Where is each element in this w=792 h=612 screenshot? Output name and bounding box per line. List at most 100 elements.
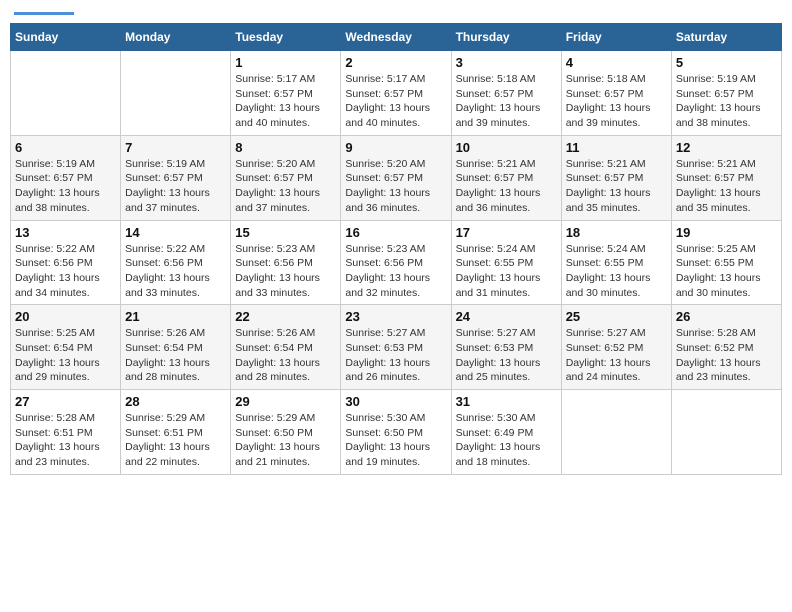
day-number: 6: [15, 140, 116, 155]
day-info: Sunrise: 5:23 AMSunset: 6:56 PMDaylight:…: [235, 242, 336, 301]
day-number: 17: [456, 225, 557, 240]
day-info: Sunrise: 5:30 AMSunset: 6:50 PMDaylight:…: [345, 411, 446, 470]
logo: [14, 10, 74, 15]
day-info: Sunrise: 5:18 AMSunset: 6:57 PMDaylight:…: [566, 72, 667, 131]
calendar-cell: 3 Sunrise: 5:18 AMSunset: 6:57 PMDaylight…: [451, 51, 561, 136]
calendar-week-row: 27 Sunrise: 5:28 AMSunset: 6:51 PMDayligh…: [11, 390, 782, 475]
day-info: Sunrise: 5:19 AMSunset: 6:57 PMDaylight:…: [15, 157, 116, 216]
day-number: 5: [676, 55, 777, 70]
weekday-header-thursday: Thursday: [451, 24, 561, 51]
day-info: Sunrise: 5:29 AMSunset: 6:51 PMDaylight:…: [125, 411, 226, 470]
day-number: 3: [456, 55, 557, 70]
day-info: Sunrise: 5:20 AMSunset: 6:57 PMDaylight:…: [345, 157, 446, 216]
day-number: 2: [345, 55, 446, 70]
calendar-cell: 8 Sunrise: 5:20 AMSunset: 6:57 PMDaylight…: [231, 135, 341, 220]
day-number: 14: [125, 225, 226, 240]
day-info: Sunrise: 5:21 AMSunset: 6:57 PMDaylight:…: [676, 157, 777, 216]
day-number: 7: [125, 140, 226, 155]
calendar-cell: 10 Sunrise: 5:21 AMSunset: 6:57 PMDayligh…: [451, 135, 561, 220]
calendar-cell: 28 Sunrise: 5:29 AMSunset: 6:51 PMDayligh…: [121, 390, 231, 475]
day-info: Sunrise: 5:19 AMSunset: 6:57 PMDaylight:…: [676, 72, 777, 131]
day-number: 21: [125, 309, 226, 324]
day-number: 4: [566, 55, 667, 70]
day-number: 27: [15, 394, 116, 409]
calendar-cell: 1 Sunrise: 5:17 AMSunset: 6:57 PMDaylight…: [231, 51, 341, 136]
day-number: 20: [15, 309, 116, 324]
weekday-header-wednesday: Wednesday: [341, 24, 451, 51]
calendar-cell: 11 Sunrise: 5:21 AMSunset: 6:57 PMDayligh…: [561, 135, 671, 220]
logo-underline: [14, 12, 74, 15]
page-header: [10, 10, 782, 15]
day-number: 23: [345, 309, 446, 324]
day-info: Sunrise: 5:17 AMSunset: 6:57 PMDaylight:…: [345, 72, 446, 131]
calendar-cell: 17 Sunrise: 5:24 AMSunset: 6:55 PMDayligh…: [451, 220, 561, 305]
day-info: Sunrise: 5:27 AMSunset: 6:53 PMDaylight:…: [345, 326, 446, 385]
weekday-header-tuesday: Tuesday: [231, 24, 341, 51]
calendar-cell: 14 Sunrise: 5:22 AMSunset: 6:56 PMDayligh…: [121, 220, 231, 305]
day-number: 1: [235, 55, 336, 70]
day-number: 24: [456, 309, 557, 324]
day-info: Sunrise: 5:17 AMSunset: 6:57 PMDaylight:…: [235, 72, 336, 131]
calendar-week-row: 13 Sunrise: 5:22 AMSunset: 6:56 PMDayligh…: [11, 220, 782, 305]
day-info: Sunrise: 5:28 AMSunset: 6:51 PMDaylight:…: [15, 411, 116, 470]
calendar-cell: 2 Sunrise: 5:17 AMSunset: 6:57 PMDaylight…: [341, 51, 451, 136]
day-info: Sunrise: 5:29 AMSunset: 6:50 PMDaylight:…: [235, 411, 336, 470]
day-info: Sunrise: 5:26 AMSunset: 6:54 PMDaylight:…: [235, 326, 336, 385]
day-number: 8: [235, 140, 336, 155]
calendar-cell: 6 Sunrise: 5:19 AMSunset: 6:57 PMDaylight…: [11, 135, 121, 220]
weekday-header-row: SundayMondayTuesdayWednesdayThursdayFrid…: [11, 24, 782, 51]
day-number: 9: [345, 140, 446, 155]
calendar-cell: 16 Sunrise: 5:23 AMSunset: 6:56 PMDayligh…: [341, 220, 451, 305]
day-info: Sunrise: 5:25 AMSunset: 6:55 PMDaylight:…: [676, 242, 777, 301]
day-number: 30: [345, 394, 446, 409]
calendar-cell: 26 Sunrise: 5:28 AMSunset: 6:52 PMDayligh…: [671, 305, 781, 390]
day-info: Sunrise: 5:20 AMSunset: 6:57 PMDaylight:…: [235, 157, 336, 216]
day-number: 28: [125, 394, 226, 409]
calendar-cell: 25 Sunrise: 5:27 AMSunset: 6:52 PMDayligh…: [561, 305, 671, 390]
day-number: 19: [676, 225, 777, 240]
day-info: Sunrise: 5:21 AMSunset: 6:57 PMDaylight:…: [456, 157, 557, 216]
calendar-cell: 18Sunrise: 5:24 AMSunset: 6:55 PMDayligh…: [561, 220, 671, 305]
day-number: 16: [345, 225, 446, 240]
day-info: Sunrise: 5:24 AMSunset: 6:55 PMDaylight:…: [456, 242, 557, 301]
day-number: 26: [676, 309, 777, 324]
calendar-cell: 21 Sunrise: 5:26 AMSunset: 6:54 PMDayligh…: [121, 305, 231, 390]
calendar-cell: 24 Sunrise: 5:27 AMSunset: 6:53 PMDayligh…: [451, 305, 561, 390]
calendar-cell: [561, 390, 671, 475]
calendar-cell: [671, 390, 781, 475]
day-info: Sunrise: 5:18 AMSunset: 6:57 PMDaylight:…: [456, 72, 557, 131]
calendar-week-row: 6 Sunrise: 5:19 AMSunset: 6:57 PMDaylight…: [11, 135, 782, 220]
calendar-cell: 13Sunrise: 5:22 AMSunset: 6:56 PMDayligh…: [11, 220, 121, 305]
day-info: Sunrise: 5:21 AMSunset: 6:57 PMDaylight:…: [566, 157, 667, 216]
day-number: 15: [235, 225, 336, 240]
day-info: Sunrise: 5:23 AMSunset: 6:56 PMDaylight:…: [345, 242, 446, 301]
day-info: Sunrise: 5:26 AMSunset: 6:54 PMDaylight:…: [125, 326, 226, 385]
calendar-cell: 5 Sunrise: 5:19 AMSunset: 6:57 PMDaylight…: [671, 51, 781, 136]
calendar-cell: 23 Sunrise: 5:27 AMSunset: 6:53 PMDayligh…: [341, 305, 451, 390]
calendar-cell: 22 Sunrise: 5:26 AMSunset: 6:54 PMDayligh…: [231, 305, 341, 390]
day-info: Sunrise: 5:28 AMSunset: 6:52 PMDaylight:…: [676, 326, 777, 385]
calendar-body: 1 Sunrise: 5:17 AMSunset: 6:57 PMDaylight…: [11, 51, 782, 475]
day-number: 22: [235, 309, 336, 324]
calendar-cell: 12 Sunrise: 5:21 AMSunset: 6:57 PMDayligh…: [671, 135, 781, 220]
calendar-week-row: 20 Sunrise: 5:25 AMSunset: 6:54 PMDayligh…: [11, 305, 782, 390]
calendar-cell: 4 Sunrise: 5:18 AMSunset: 6:57 PMDaylight…: [561, 51, 671, 136]
weekday-header-saturday: Saturday: [671, 24, 781, 51]
calendar-cell: 27 Sunrise: 5:28 AMSunset: 6:51 PMDayligh…: [11, 390, 121, 475]
day-info: Sunrise: 5:27 AMSunset: 6:52 PMDaylight:…: [566, 326, 667, 385]
day-info: Sunrise: 5:22 AMSunset: 6:56 PMDaylight:…: [125, 242, 226, 301]
day-number: 10: [456, 140, 557, 155]
weekday-header-monday: Monday: [121, 24, 231, 51]
calendar-cell: [11, 51, 121, 136]
day-number: 29: [235, 394, 336, 409]
day-number: 25: [566, 309, 667, 324]
calendar-cell: 29 Sunrise: 5:29 AMSunset: 6:50 PMDayligh…: [231, 390, 341, 475]
day-number: 11: [566, 140, 667, 155]
day-info: Sunrise: 5:24 AMSunset: 6:55 PMDaylight:…: [566, 242, 667, 301]
weekday-header-sunday: Sunday: [11, 24, 121, 51]
day-number: 31: [456, 394, 557, 409]
day-info: Sunrise: 5:25 AMSunset: 6:54 PMDaylight:…: [15, 326, 116, 385]
day-info: Sunrise: 5:27 AMSunset: 6:53 PMDaylight:…: [456, 326, 557, 385]
day-number: 13: [15, 225, 116, 240]
day-number: 12: [676, 140, 777, 155]
